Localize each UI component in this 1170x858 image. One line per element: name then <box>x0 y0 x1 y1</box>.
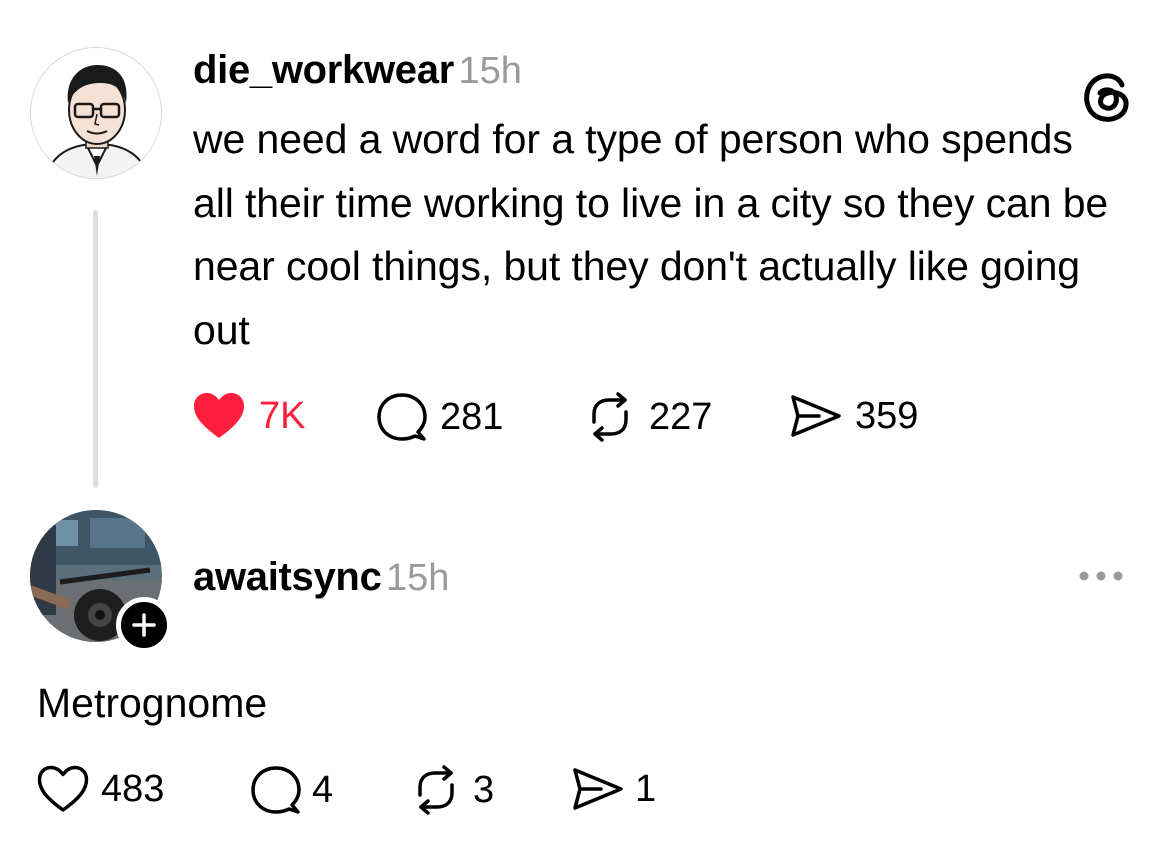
reply-share-count: 1 <box>635 767 657 810</box>
share-button[interactable]: 359 <box>789 392 918 440</box>
send-icon <box>791 395 841 437</box>
reply-share-button[interactable]: 1 <box>571 765 656 813</box>
repost-button[interactable]: 227 <box>583 392 712 442</box>
follow-button[interactable] <box>116 597 172 653</box>
reply-text: Metrognome <box>37 680 268 726</box>
plus-icon <box>132 613 156 637</box>
repost-icon <box>592 392 628 442</box>
reply-like-count: 483 <box>101 767 165 810</box>
post-username[interactable]: die_workwear <box>193 48 454 92</box>
send-icon <box>573 768 623 810</box>
share-count: 359 <box>855 394 919 437</box>
heart-icon <box>194 393 244 438</box>
like-button[interactable]: 7K <box>193 392 305 440</box>
reply-header: awaitsync 15h <box>193 555 449 600</box>
reply-reply-count: 4 <box>312 768 334 811</box>
reply-repost-button[interactable]: 3 <box>409 765 494 815</box>
repost-icon <box>418 765 454 815</box>
comment-icon <box>377 393 427 441</box>
reply-button[interactable]: 281 <box>376 392 503 442</box>
post-text: we need a word for a type of person who … <box>193 116 1109 353</box>
thread-connector-line <box>93 210 98 488</box>
repost-count: 227 <box>649 395 713 438</box>
avatar-illustration <box>31 48 161 178</box>
post-header: die_workwear 15h <box>193 48 522 93</box>
reply-username[interactable]: awaitsync <box>193 555 382 599</box>
reply-count: 281 <box>440 395 504 438</box>
more-icon[interactable] <box>1076 568 1126 584</box>
reply-repost-count: 3 <box>473 768 495 811</box>
reply-time: 15h <box>385 557 450 599</box>
post-time: 15h <box>458 50 522 92</box>
reply-reply-button[interactable]: 4 <box>250 765 333 815</box>
like-count: 7K <box>259 394 306 437</box>
reply-like-button[interactable]: 483 <box>37 765 164 813</box>
comment-icon <box>251 766 301 814</box>
avatar-die-workwear[interactable] <box>30 47 162 179</box>
heart-icon <box>37 765 89 812</box>
